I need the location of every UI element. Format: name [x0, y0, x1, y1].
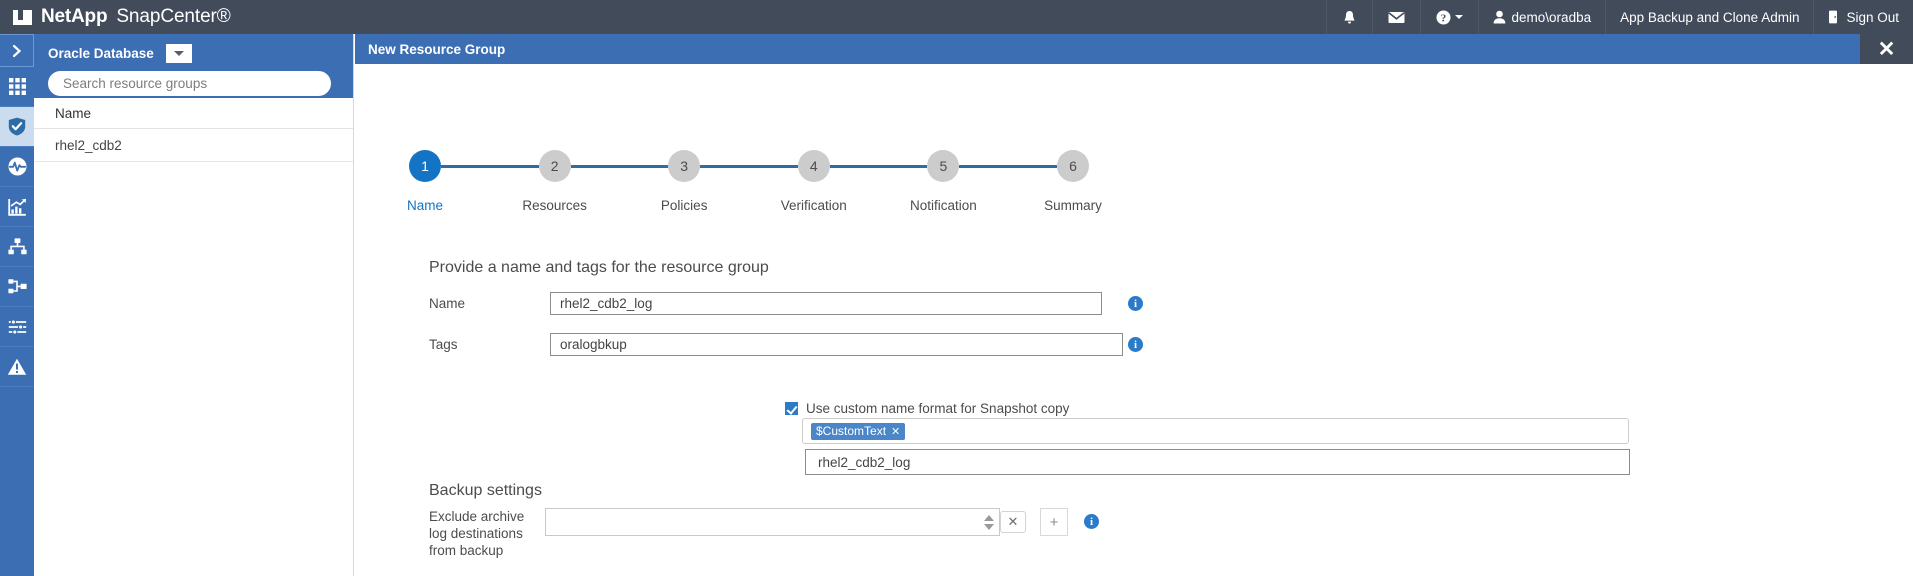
sidebar-item-resources[interactable]	[0, 107, 34, 147]
sidebar-item-storage-systems[interactable]	[0, 267, 34, 307]
brand-area: NetApp SnapCenter®	[0, 0, 231, 34]
bell-icon	[1343, 10, 1356, 25]
signout-door-icon	[1828, 10, 1840, 24]
sign-out-button[interactable]: Sign Out	[1813, 0, 1913, 34]
token-label: $CustomText	[816, 424, 886, 438]
wizard-header: New Resource Group	[355, 34, 1860, 64]
name-field-label: Name	[429, 292, 550, 311]
settings-sliders-icon	[8, 319, 27, 335]
add-destination-button[interactable]: +	[1040, 508, 1068, 536]
step-number: 3	[668, 150, 700, 182]
name-input[interactable]	[550, 292, 1102, 315]
step-number: 2	[539, 150, 571, 182]
role-text: App Backup and Clone Admin	[1620, 10, 1799, 25]
help-button[interactable]: ?	[1420, 0, 1478, 34]
sidebar-item-reports[interactable]	[0, 187, 34, 227]
notifications-button[interactable]	[1326, 0, 1372, 34]
sidebar-item-expand-menu[interactable]	[0, 34, 34, 67]
shield-check-icon	[8, 117, 26, 136]
exclude-archive-log-label: Exclude archive log destinations from ba…	[429, 508, 545, 559]
sidebar-item-monitor[interactable]	[0, 147, 34, 187]
tags-input[interactable]	[550, 333, 1123, 356]
help-question-icon: ?	[1436, 10, 1451, 25]
tags-field-row: Tags i	[429, 333, 1143, 356]
step-number: 6	[1057, 150, 1089, 182]
section-title-name-tags: Provide a name and tags for the resource…	[429, 259, 769, 277]
panel-title-row: Oracle Database	[48, 40, 341, 66]
reports-chart-icon	[8, 198, 27, 216]
custom-name-format-checkbox-row[interactable]: Use custom name format for Snapshot copy	[785, 401, 1069, 416]
spinner-down-icon[interactable]	[984, 524, 994, 530]
sidebar-item-alerts[interactable]	[0, 347, 34, 387]
sidebar-item-hosts[interactable]	[0, 227, 34, 267]
envelope-icon	[1388, 11, 1405, 24]
list-item[interactable]: rhel2_cdb2	[34, 129, 353, 162]
wizard-step-resources[interactable]: 2 Resources	[539, 150, 571, 182]
custom-text-token[interactable]: $CustomText ✕	[811, 423, 905, 440]
clear-x-icon[interactable]: ✕	[1000, 511, 1026, 533]
sign-out-label: Sign Out	[1846, 10, 1899, 25]
exclude-archive-log-row: Exclude archive log destinations from ba…	[429, 508, 1099, 559]
svg-text:?: ?	[1440, 12, 1446, 24]
exclude-archive-log-input[interactable]	[545, 508, 978, 536]
close-icon[interactable]: ✕	[1860, 34, 1913, 64]
wizard-body: 1 Name 2 Resources 3 Policies 4 Verifica…	[355, 64, 1913, 576]
step-number: 1	[409, 150, 441, 182]
topbar-spacer	[231, 0, 1326, 34]
alert-triangle-icon	[7, 358, 27, 376]
resource-groups-panel: Oracle Database Name rhel2_cdb2	[34, 34, 354, 576]
custom-name-format-checkbox[interactable]	[785, 402, 798, 415]
top-navigation-bar: NetApp SnapCenter® ? demo\oradba App Bac…	[0, 0, 1913, 34]
info-icon[interactable]: i	[1128, 296, 1143, 311]
info-icon[interactable]: i	[1084, 514, 1099, 529]
user-menu-button[interactable]: demo\oradba	[1478, 0, 1606, 34]
step-number: 4	[798, 150, 830, 182]
close-small-icon[interactable]: ✕	[891, 425, 900, 438]
product-name: SnapCenter®	[116, 6, 230, 28]
resource-groups-panel-header: Oracle Database	[34, 34, 353, 98]
monitor-pulse-icon	[8, 157, 27, 176]
custom-name-format-label: Use custom name format for Snapshot copy	[806, 401, 1069, 416]
info-icon[interactable]: i	[1128, 337, 1143, 352]
left-icon-rail	[0, 34, 34, 576]
chevron-down-icon	[174, 51, 184, 56]
new-resource-group-wizard: New Resource Group ✕ 1 Name 2 Resources …	[355, 34, 1913, 576]
exclude-spinner[interactable]	[978, 508, 1000, 536]
wizard-form: Provide a name and tags for the resource…	[355, 64, 1913, 576]
role-label[interactable]: App Backup and Clone Admin	[1605, 0, 1813, 34]
custom-name-token-area[interactable]: $CustomText ✕	[802, 418, 1629, 444]
wizard-step-verification[interactable]: 4 Verification	[798, 150, 830, 182]
wizard-step-policies[interactable]: 3 Policies	[668, 150, 700, 182]
wizard-step-name[interactable]: 1 Name	[409, 150, 441, 182]
user-icon	[1493, 10, 1506, 24]
user-name-label: demo\oradba	[1512, 10, 1592, 25]
tags-field-label: Tags	[429, 333, 550, 352]
search-input[interactable]	[48, 71, 331, 96]
name-field-row: Name i	[429, 292, 1143, 315]
hosts-topology-icon	[8, 238, 27, 255]
dashboard-grid-icon	[9, 78, 26, 95]
storage-nodes-icon	[8, 278, 27, 295]
resource-type-dropdown[interactable]	[166, 44, 192, 63]
wizard-step-summary[interactable]: 6 Summary	[1057, 150, 1089, 182]
chevron-down-icon	[1455, 15, 1463, 19]
list-column-header-name: Name	[34, 98, 353, 129]
spinner-up-icon[interactable]	[984, 515, 994, 521]
chevron-right-icon	[10, 44, 24, 58]
messages-button[interactable]	[1372, 0, 1420, 34]
custom-name-preview-input[interactable]	[805, 449, 1630, 475]
sidebar-item-dashboard[interactable]	[0, 67, 34, 107]
section-title-backup-settings: Backup settings	[429, 482, 542, 500]
sidebar-item-settings[interactable]	[0, 307, 34, 347]
panel-title: Oracle Database	[48, 46, 154, 61]
netapp-logo-icon	[13, 10, 32, 25]
brand-name: NetApp	[41, 6, 107, 28]
